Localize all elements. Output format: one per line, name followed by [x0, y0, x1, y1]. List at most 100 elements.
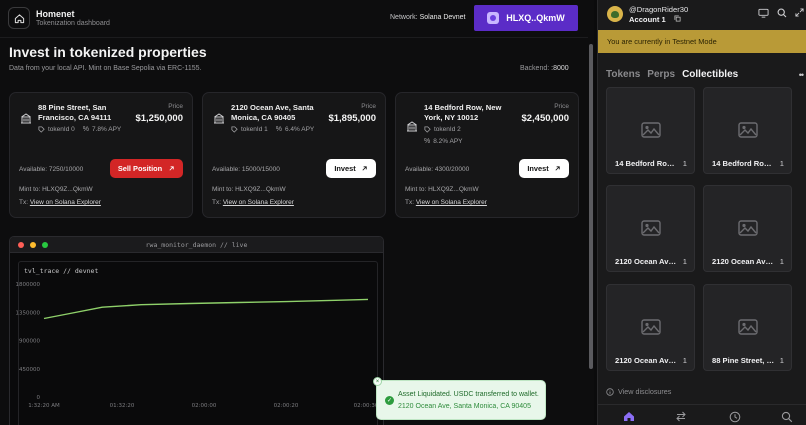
collectible-card[interactable]: 2120 Ocean Ave, Santa Monica, CA 90405 1: [703, 185, 792, 272]
tvl-line-chart: 1800000 1350000 900000 450000 0 1:32:20 AM 01:…: [16, 282, 379, 409]
tx-label: Tx:: [212, 199, 222, 206]
availability: Available: 7250/10000: [19, 166, 84, 173]
success-toast: × ✓ Asset Liquidated. USDC transferred t…: [373, 377, 546, 420]
building-icon: [407, 121, 417, 132]
availability: Available: 4300/20000: [405, 166, 470, 173]
toast-close-button[interactable]: ×: [373, 377, 382, 386]
expand-icon[interactable]: [795, 8, 804, 17]
invest-label: Invest: [527, 164, 549, 173]
check-circle-icon: ✓: [385, 396, 394, 405]
wallet-bottom-nav: [598, 404, 806, 425]
y-tick-label: 450000: [19, 367, 40, 373]
token-id: tokenId 0: [48, 126, 75, 133]
monitor-icon[interactable]: [758, 8, 769, 18]
collectible-count: 1: [682, 257, 687, 266]
backend-status: Backend: :8000: [520, 65, 569, 72]
search-icon[interactable]: [777, 8, 787, 18]
image-placeholder-icon: [641, 122, 661, 138]
x-tick-label: 01:32:20: [110, 403, 135, 409]
collectible-card[interactable]: 2120 Ocean Ave, Santa Monica, CA 90405 1: [606, 284, 695, 371]
more-options-icon[interactable]: ••: [799, 70, 804, 80]
history-icon[interactable]: [729, 411, 741, 423]
wallet-connect-button[interactable]: HLXQ..QkmW: [474, 5, 578, 31]
y-tick-label: 1350000: [16, 310, 41, 316]
invest-label: Invest: [334, 164, 356, 173]
explorer-link[interactable]: View on Solana Explorer: [416, 199, 487, 206]
x-tick-label: 02:00:00: [192, 403, 217, 409]
percent-icon: %: [275, 126, 282, 133]
testnet-banner: You are currently in Testnet Mode: [598, 30, 806, 53]
brand-subtitle: Tokenization dashboard: [36, 20, 110, 27]
copy-icon[interactable]: [674, 15, 681, 22]
collectible-name: 14 Bedford Row, New York, NY 10012: [712, 159, 776, 168]
page-scrollbar-thumb[interactable]: [589, 44, 593, 369]
sell-position-label: Sell Position: [117, 164, 163, 173]
backend-label: Backend:: [520, 65, 550, 72]
property-card: 88 Pine Street, San Francisco, CA 94111 …: [9, 92, 193, 218]
network-value: Solana Devnet: [419, 14, 466, 21]
wallet-tabs: Tokens Perps Collectibles: [606, 69, 738, 80]
price-value: $1,250,000: [135, 113, 183, 124]
collectible-name: 2120 Ocean Ave, Santa Monica, CA 90405: [615, 356, 679, 365]
tab-tokens[interactable]: Tokens: [606, 69, 640, 80]
toast-title: Asset Liquidated. USDC transferred to wa…: [398, 391, 539, 398]
price-value: $2,450,000: [521, 113, 569, 124]
search-icon[interactable]: [781, 411, 793, 423]
collectible-card[interactable]: 88 Pine Street, San Francisco, CA 94111 …: [703, 284, 792, 371]
collectible-name: 2120 Ocean Ave, Santa Monica, CA 90405: [615, 257, 679, 266]
property-card: 2120 Ocean Ave, Santa Monica, CA 90405 t…: [202, 92, 386, 218]
tab-collectibles[interactable]: Collectibles: [682, 69, 738, 80]
collectible-count: 1: [682, 159, 687, 168]
apy-value: 7.8% APY: [91, 126, 122, 133]
apy-value: 6.4% APY: [284, 126, 315, 133]
tx-row: Tx: View on Solana Explorer: [19, 199, 101, 206]
tx-label: Tx:: [19, 199, 29, 206]
arrow-up-right-icon: [169, 166, 174, 171]
swap-icon[interactable]: [675, 411, 687, 422]
collectible-card[interactable]: 2120 Ocean Ave, Santa Monica, CA 90405 1: [606, 185, 695, 272]
wallet-extension-panel: @DragonRider30 Account 1 You are current…: [597, 0, 806, 425]
explorer-link[interactable]: View on Solana Explorer: [223, 199, 294, 206]
availability: Available: 15000/15000: [212, 166, 280, 173]
mint-to: Mint to: HLXQ9Z...QkmW: [212, 186, 286, 193]
avatar[interactable]: [607, 6, 623, 22]
image-placeholder-icon: [738, 319, 758, 335]
y-tick-label: 900000: [19, 339, 40, 345]
collectible-card[interactable]: 14 Bedford Row, New York, NY 10012 1: [606, 87, 695, 174]
tx-row: Tx: View on Solana Explorer: [212, 199, 294, 206]
invest-button[interactable]: Invest: [326, 159, 376, 178]
image-placeholder-icon: [738, 122, 758, 138]
explorer-link[interactable]: View on Solana Explorer: [30, 199, 101, 206]
tokenization-app: Homenet Tokenization dashboard Network: …: [0, 0, 594, 425]
y-tick-label: 1800000: [16, 282, 41, 288]
building-icon: [21, 113, 31, 124]
home-icon: [14, 13, 24, 23]
price-label: Price: [554, 103, 569, 110]
page-subtitle: Data from your local API. Mint on Base S…: [9, 65, 202, 72]
x-tick-label: 1:32:20 AM: [28, 403, 60, 409]
collectible-name: 14 Bedford Row, New York, NY 10012: [615, 159, 679, 168]
home-icon[interactable]: [623, 411, 635, 422]
phantom-wallet-icon: [487, 12, 500, 24]
property-address: 88 Pine Street, San Francisco, CA 94111: [38, 103, 112, 122]
page-title: Invest in tokenized properties: [9, 44, 207, 60]
token-id: tokenId 2: [434, 126, 461, 133]
invest-button[interactable]: Invest: [519, 159, 569, 178]
network-label: Network:: [390, 14, 418, 21]
disclosures-link[interactable]: View disclosures: [606, 387, 671, 396]
image-placeholder-icon: [641, 220, 661, 236]
account-name[interactable]: Account 1: [629, 15, 666, 24]
disclosures-label: View disclosures: [618, 387, 672, 396]
property-meta: tokenId 0 % 7.8% APY: [38, 126, 121, 133]
sell-position-button[interactable]: Sell Position: [110, 159, 183, 178]
apy-value: 8.2% APY: [433, 138, 463, 145]
tx-label: Tx:: [405, 199, 415, 206]
percent-icon: %: [82, 126, 89, 133]
x-tick-label: 02:00:20: [274, 403, 299, 409]
network-indicator: Network: Solana Devnet: [390, 14, 466, 21]
collectible-card[interactable]: 14 Bedford Row, New York, NY 10012 1: [703, 87, 792, 174]
backend-port: :8000: [551, 65, 569, 72]
home-button[interactable]: [8, 7, 30, 29]
tx-row: Tx: View on Solana Explorer: [405, 199, 487, 206]
tab-perps[interactable]: Perps: [647, 69, 675, 80]
